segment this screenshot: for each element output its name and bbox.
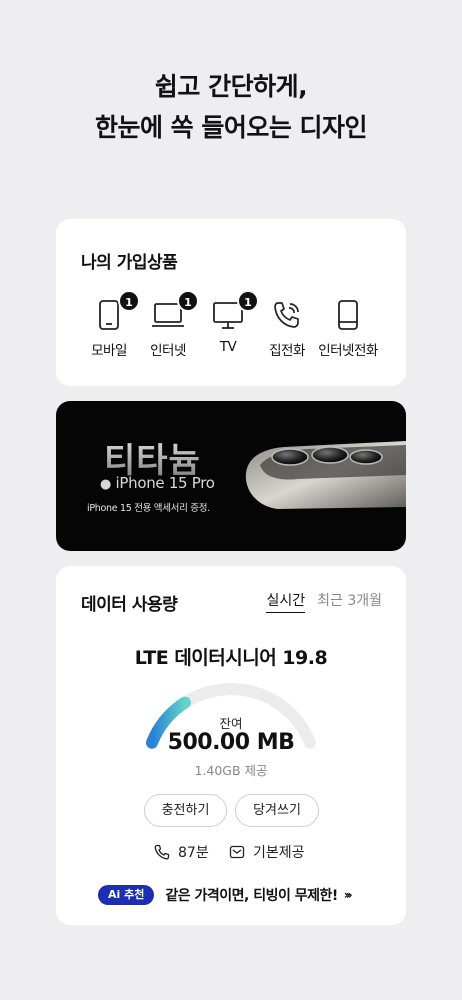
laptop-icon: 1 bbox=[151, 290, 199, 332]
data-provided: 1.40GB 제공 bbox=[194, 763, 268, 778]
products-title: 나의 가입상품 bbox=[81, 253, 178, 273]
headline-line-1: 쉽고 간단하게, bbox=[154, 72, 308, 101]
voice-usage-value: 87분 bbox=[178, 845, 209, 861]
plan-name: LTE 데이터시니어 19.8 bbox=[134, 647, 328, 669]
charge-button[interactable]: 충전하기 bbox=[144, 794, 227, 827]
headline-line-2: 한눈에 쏙 들어오는 디자인 bbox=[94, 113, 368, 142]
banner-model-text: iPhone 15 Pro bbox=[115, 474, 215, 492]
desk-phone-icon bbox=[331, 298, 365, 332]
product-list: 1 모바일 1 인터넷 1 TV 집전화 인터넷전화 bbox=[74, 290, 386, 370]
sms-usage-value: 기본제공 bbox=[253, 845, 305, 861]
banner-model: ● iPhone 15 Pro bbox=[100, 474, 215, 492]
tab-last-3-months[interactable]: 최근 3개월 bbox=[317, 590, 382, 613]
iphone-camera-image bbox=[245, 441, 406, 509]
remaining-value: 500.00 MB bbox=[167, 730, 295, 755]
product-home-phone[interactable]: 집전화 bbox=[252, 290, 322, 359]
voice-usage: 87분 bbox=[154, 842, 209, 862]
tab-realtime[interactable]: 실시간 bbox=[266, 590, 306, 613]
message-icon bbox=[229, 845, 245, 859]
product-label: 인터넷전화 bbox=[318, 343, 378, 359]
headline: 쉽고 간단하게, 한눈에 쏙 들어오는 디자인 bbox=[0, 66, 462, 148]
banner-subtitle: iPhone 15 전용 액세서리 증정. bbox=[87, 503, 210, 514]
product-internet-phone[interactable]: 인터넷전화 bbox=[313, 290, 383, 359]
data-usage-title: 데이터 사용량 bbox=[81, 595, 178, 615]
tv-icon: 1 bbox=[211, 290, 259, 332]
ai-recommendation[interactable]: Ai 추천 같은 가격이면, 티빙이 무제한! ››› bbox=[98, 885, 353, 905]
apple-icon: ● bbox=[100, 477, 112, 492]
pull-forward-button[interactable]: 당겨쓰기 bbox=[235, 794, 319, 827]
period-tabs: 실시간 최근 3개월 bbox=[266, 590, 382, 613]
phone-call-icon bbox=[270, 298, 304, 332]
chevron-right-icon: ››› bbox=[343, 888, 353, 902]
ai-recommend-badge: Ai 추천 bbox=[98, 885, 155, 905]
sms-usage: 기본제공 bbox=[229, 842, 305, 862]
mobile-phone-icon: 1 bbox=[92, 290, 140, 332]
ai-recommend-text: 같은 가격이면, 티빙이 무제한! bbox=[165, 888, 338, 904]
product-label: 집전화 bbox=[269, 343, 305, 359]
phone-icon bbox=[154, 844, 170, 860]
